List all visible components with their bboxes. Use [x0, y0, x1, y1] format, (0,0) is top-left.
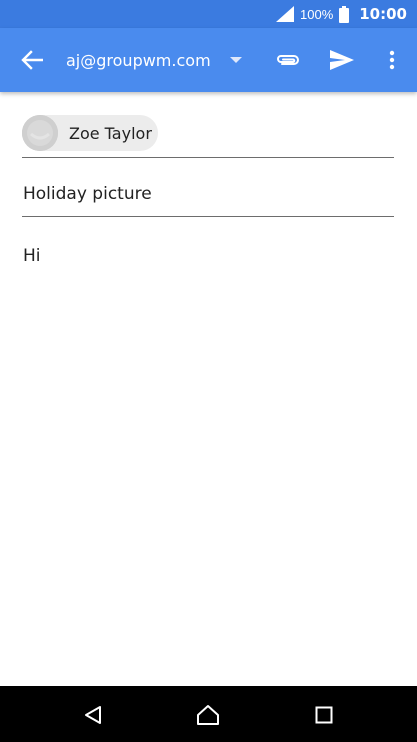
account-email: aj@groupwm.com: [66, 50, 211, 70]
nav-home-button[interactable]: [193, 700, 223, 730]
signal-icon: [276, 6, 294, 22]
back-button[interactable]: [18, 46, 46, 74]
more-options-button[interactable]: [378, 44, 406, 76]
nav-back-button[interactable]: [78, 700, 108, 730]
body-field[interactable]: Hi: [23, 246, 41, 266]
navigation-bar: [0, 686, 417, 742]
send-icon: [330, 50, 354, 70]
dropdown-icon: [229, 57, 242, 63]
recipient-chip[interactable]: Zoe Taylor: [22, 115, 158, 151]
battery-icon: [339, 5, 350, 23]
send-button[interactable]: [326, 44, 358, 76]
nav-recents-button[interactable]: [309, 700, 339, 730]
app-bar: aj@groupwm.com: [0, 28, 417, 92]
attach-button[interactable]: [272, 44, 304, 76]
subject-text: Holiday picture: [23, 184, 152, 204]
subject-field[interactable]: Holiday picture: [22, 176, 394, 217]
more-vert-icon: [389, 50, 395, 70]
contact-avatar-icon: [22, 115, 58, 151]
recents-square-icon: [315, 706, 333, 724]
back-triangle-icon: [85, 706, 101, 724]
account-selector[interactable]: aj@groupwm.com: [66, 28, 243, 92]
status-bar: 100% 10:00: [0, 0, 417, 28]
paperclip-icon: [277, 55, 299, 65]
recipient-name: Zoe Taylor: [69, 123, 152, 143]
battery-percent: 100%: [300, 6, 334, 22]
back-arrow-icon: [21, 50, 43, 70]
home-icon: [197, 705, 219, 725]
to-field[interactable]: Zoe Taylor: [22, 112, 394, 158]
avatar: [22, 115, 58, 151]
clock: 10:00: [359, 5, 407, 23]
